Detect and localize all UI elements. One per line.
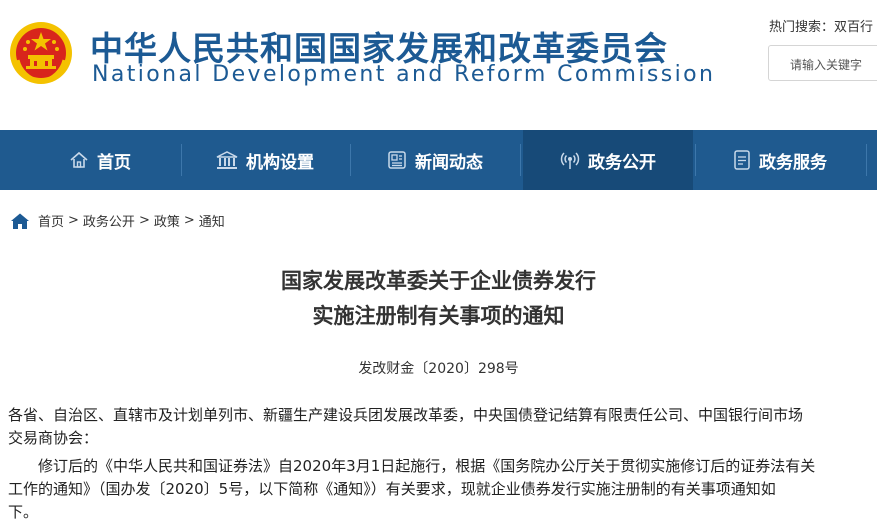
- building-icon: [216, 150, 238, 170]
- article-paragraph-line: 下。: [8, 503, 39, 521]
- breadcrumb-item-notice[interactable]: 通知: [199, 211, 225, 230]
- nav-divider: [866, 144, 867, 176]
- nav-label: 首页: [97, 152, 131, 173]
- nav-item-services[interactable]: 政务服务: [700, 130, 860, 190]
- document-number: 发改财金〔2020〕298号: [358, 361, 519, 377]
- home-icon[interactable]: [10, 212, 30, 230]
- nav-label: 政务服务: [759, 152, 827, 173]
- nav-label: 政务公开: [588, 152, 656, 173]
- nav-label: 机构设置: [246, 152, 314, 173]
- nav-item-organization[interactable]: 机构设置: [190, 130, 340, 190]
- breadcrumb-separator: >: [138, 213, 150, 228]
- breadcrumb-item-government-affairs[interactable]: 政务公开: [83, 211, 135, 230]
- breadcrumb-separator: >: [68, 213, 79, 228]
- hot-search-link[interactable]: 双百行: [834, 20, 873, 35]
- nav-divider: [695, 144, 696, 176]
- nav-item-home[interactable]: 首页: [30, 130, 170, 190]
- article-paragraph-line: 修订后的《中华人民共和国证券法》自2020年3月1日起施行，根据《国务院办公厅关…: [8, 457, 816, 475]
- nav-divider: [181, 144, 182, 176]
- breadcrumb-item-home[interactable]: 首页: [38, 211, 64, 230]
- broadcast-icon: [560, 150, 580, 170]
- hot-search-label: 热门搜索：: [769, 20, 835, 35]
- newspaper-icon: [387, 150, 407, 170]
- document-icon: [733, 150, 751, 170]
- article-paragraph-line: 工作的通知》（国办发〔2020〕5号，以下简称《通知》）有关要求，现就企业债券发…: [8, 480, 776, 498]
- site-title-en: National Development and Reform Commissi…: [92, 62, 716, 87]
- article-title-line-1: 国家发展改革委关于企业债券发行: [281, 269, 596, 293]
- article-paragraph-line: 各省、自治区、直辖市及计划单列市、新疆生产建设兵团发展改革委，中央国债登记结算有…: [8, 406, 804, 424]
- main-nav: 首页 机构设置 新闻动态 政务公开 政务服务: [0, 130, 877, 190]
- site-header: 中华人民共和国国家发展和改革委员会 National Development a…: [0, 0, 877, 130]
- nav-item-government-affairs[interactable]: 政务公开: [523, 130, 693, 190]
- article-paragraph-line: 交易商协会：: [8, 429, 99, 447]
- breadcrumb: 首页 > 政务公开 > 政策 > 通知: [10, 211, 225, 230]
- nav-label: 新闻动态: [415, 152, 483, 173]
- home-icon: [69, 150, 89, 170]
- breadcrumb-separator: >: [183, 213, 195, 228]
- nav-divider: [350, 144, 351, 176]
- nav-item-news[interactable]: 新闻动态: [360, 130, 510, 190]
- nav-divider: [520, 144, 521, 176]
- article-title-line-2: 实施注册制有关事项的通知: [312, 304, 565, 328]
- breadcrumb-item-policy[interactable]: 政策: [154, 211, 180, 230]
- hot-search: 热门搜索：双百行: [769, 16, 873, 35]
- search-input[interactable]: 请输入关键字: [768, 45, 877, 81]
- national-emblem-icon: [10, 22, 72, 84]
